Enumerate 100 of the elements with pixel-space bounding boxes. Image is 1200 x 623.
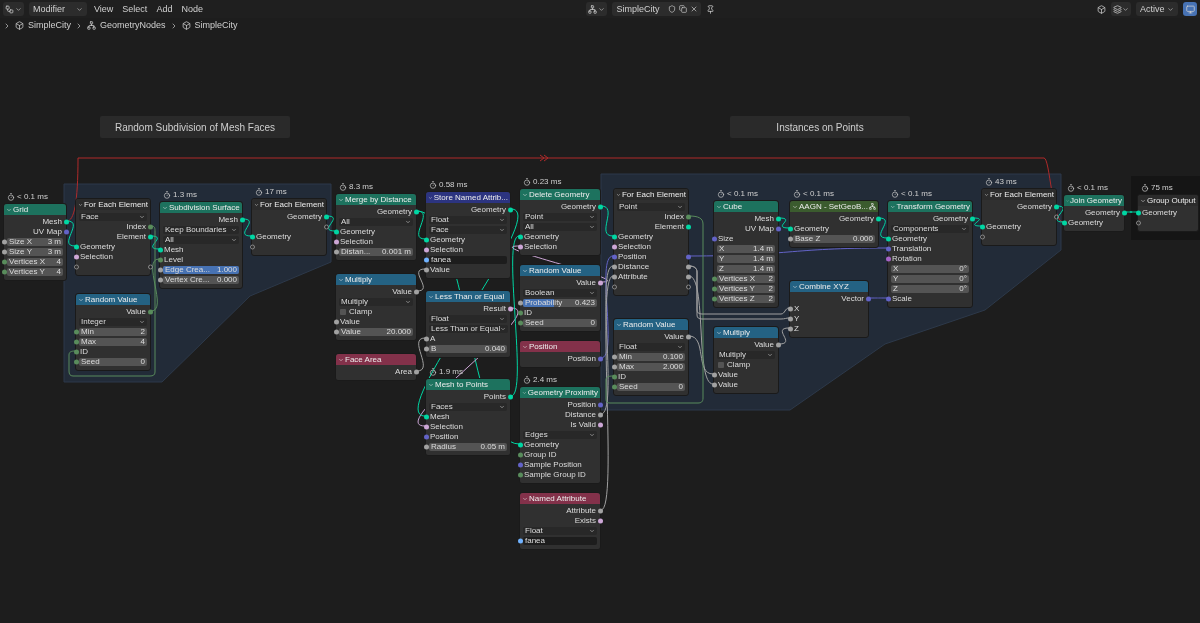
collapse-icon[interactable] xyxy=(984,191,989,198)
node-socket[interactable] xyxy=(1,239,7,245)
link-wire[interactable] xyxy=(600,265,614,415)
number-field[interactable]: Seed 0 xyxy=(79,357,147,367)
node-socket[interactable] xyxy=(517,320,523,326)
link-wire[interactable] xyxy=(66,220,76,247)
node-card[interactable]: For Each Element Geometry Geometry xyxy=(981,188,1057,246)
node-socket[interactable] xyxy=(611,274,617,280)
node-socket[interactable] xyxy=(157,257,163,263)
node-socket[interactable] xyxy=(147,234,153,240)
number-field[interactable]: Y 1.4 m xyxy=(717,254,775,264)
node-card[interactable]: Geometry Proximity Position Distance Is Valid Edges Geometry Group ID Sample Position Sample Group ID xyxy=(519,386,601,484)
number-field[interactable]: Max 4 xyxy=(79,337,147,347)
menu-item[interactable]: Add xyxy=(154,4,175,14)
link-wire[interactable] xyxy=(416,210,426,240)
node-socket[interactable] xyxy=(597,422,603,428)
node-socket[interactable] xyxy=(147,224,153,230)
number-field[interactable]: Vertices Z 2 xyxy=(717,294,775,304)
node-socket[interactable] xyxy=(517,300,523,306)
node-header[interactable]: For Each Element xyxy=(252,199,326,210)
node-socket[interactable] xyxy=(787,326,793,332)
node-socket[interactable] xyxy=(711,296,717,302)
link-wire[interactable] xyxy=(416,337,426,372)
node-socket[interactable] xyxy=(157,247,163,253)
link-wire[interactable] xyxy=(416,268,426,292)
dropdown[interactable]: Face xyxy=(79,212,147,222)
node-header[interactable]: For Each Element xyxy=(614,189,688,200)
node-socket[interactable] xyxy=(517,234,523,240)
node-socket[interactable] xyxy=(597,356,603,362)
node-socket[interactable] xyxy=(611,384,617,390)
node-card[interactable]: Combine XYZ Vector X Y Z xyxy=(789,280,869,338)
node-header[interactable]: Combine XYZ xyxy=(790,281,868,292)
node-socket[interactable] xyxy=(323,214,329,220)
node-socket[interactable] xyxy=(611,354,617,360)
close-icon[interactable] xyxy=(690,5,699,13)
number-field[interactable]: Z 0° xyxy=(891,284,969,294)
node-socket[interactable] xyxy=(787,236,793,242)
node-socket[interactable] xyxy=(787,316,793,322)
pin-icon[interactable] xyxy=(706,4,716,14)
number-field[interactable]: Vertices Y 2 xyxy=(717,284,775,294)
node-header[interactable]: Store Named Attrib... xyxy=(426,192,510,203)
node-socket[interactable] xyxy=(423,257,429,263)
breadcrumb-item[interactable]: SimpleCity xyxy=(28,21,71,30)
node-socket[interactable] xyxy=(517,442,523,448)
node-socket[interactable] xyxy=(413,289,419,295)
node-socket[interactable] xyxy=(597,204,603,210)
frame-label[interactable]: Random Subdivision of Mesh Faces xyxy=(100,116,290,138)
node-socket[interactable] xyxy=(611,244,617,250)
dropdown[interactable]: Faces xyxy=(429,402,507,412)
menu-item[interactable]: View xyxy=(92,4,116,14)
node-header[interactable]: Random Value xyxy=(614,319,688,330)
dropdown[interactable]: Float xyxy=(523,526,597,536)
node-card[interactable]: Subdivision Surface Mesh Keep Boundaries All Mesh Level Edge Crea... 1.000 Vertex Cre... 0.000 xyxy=(159,201,243,289)
node-card[interactable]: Grid Mesh UV Map Size X 3 m Size Y 3 m Vertices X 4 Vertices Y 4 xyxy=(3,203,67,281)
link-wire[interactable] xyxy=(878,217,888,239)
node-card[interactable]: Group Output Geometry xyxy=(1137,194,1199,232)
node-socket[interactable] xyxy=(611,364,617,370)
node-card[interactable]: Join Geometry Geometry Geometry xyxy=(1063,194,1125,232)
link-wire[interactable] xyxy=(972,217,982,227)
checkbox[interactable] xyxy=(718,362,724,368)
dropdown[interactable]: Float xyxy=(429,215,507,225)
number-field[interactable]: Radius 0.05 m xyxy=(429,442,507,452)
node-header[interactable]: Less Than or Equal xyxy=(426,291,510,302)
node-card[interactable]: Random Value Value Integer Min 2 Max 4 ID Seed 0 xyxy=(75,293,151,371)
node-socket[interactable] xyxy=(1121,210,1127,216)
node-socket[interactable] xyxy=(787,226,793,232)
node-socket[interactable] xyxy=(885,256,891,262)
node-socket[interactable] xyxy=(597,280,603,286)
dropdown[interactable]: All xyxy=(523,222,597,232)
node-socket[interactable] xyxy=(147,309,153,315)
node-socket[interactable] xyxy=(517,310,523,316)
node-header[interactable]: Face Area xyxy=(336,354,416,365)
number-field[interactable]: Z 1.4 m xyxy=(717,264,775,274)
node-socket[interactable] xyxy=(597,412,603,418)
node-socket[interactable] xyxy=(249,234,255,240)
node-socket[interactable] xyxy=(1061,220,1067,226)
dropdown[interactable]: Keep Boundaries xyxy=(163,225,239,235)
node-socket[interactable] xyxy=(1,269,7,275)
link-wire[interactable] xyxy=(326,215,336,232)
duplicate-icon[interactable] xyxy=(679,5,688,13)
node-socket[interactable] xyxy=(423,424,429,430)
text-field[interactable]: fanea xyxy=(523,536,597,546)
node-socket[interactable] xyxy=(333,239,339,245)
dropdown[interactable]: All xyxy=(163,235,239,245)
dropdown[interactable]: Boolean xyxy=(523,288,597,298)
dropdown[interactable]: Float xyxy=(429,314,507,324)
node-socket[interactable] xyxy=(711,236,717,242)
node-socket[interactable] xyxy=(979,224,985,230)
number-field[interactable]: B 0.040 xyxy=(429,344,507,354)
link-wire[interactable] xyxy=(688,275,714,385)
node-socket[interactable] xyxy=(685,264,691,270)
node-socket[interactable] xyxy=(507,394,513,400)
dropdown[interactable]: Active xyxy=(1136,2,1178,16)
node-socket[interactable] xyxy=(73,339,79,345)
number-field[interactable]: Seed 0 xyxy=(617,382,685,392)
node-card[interactable]: Position Position xyxy=(519,340,601,368)
node-socket[interactable] xyxy=(685,274,691,280)
node-socket[interactable] xyxy=(775,216,781,222)
node-card[interactable]: Store Named Attrib... Geometry Float Face Geometry Selection fanea Value xyxy=(425,191,511,279)
node-tree-field[interactable]: SimpleCity xyxy=(612,2,702,16)
